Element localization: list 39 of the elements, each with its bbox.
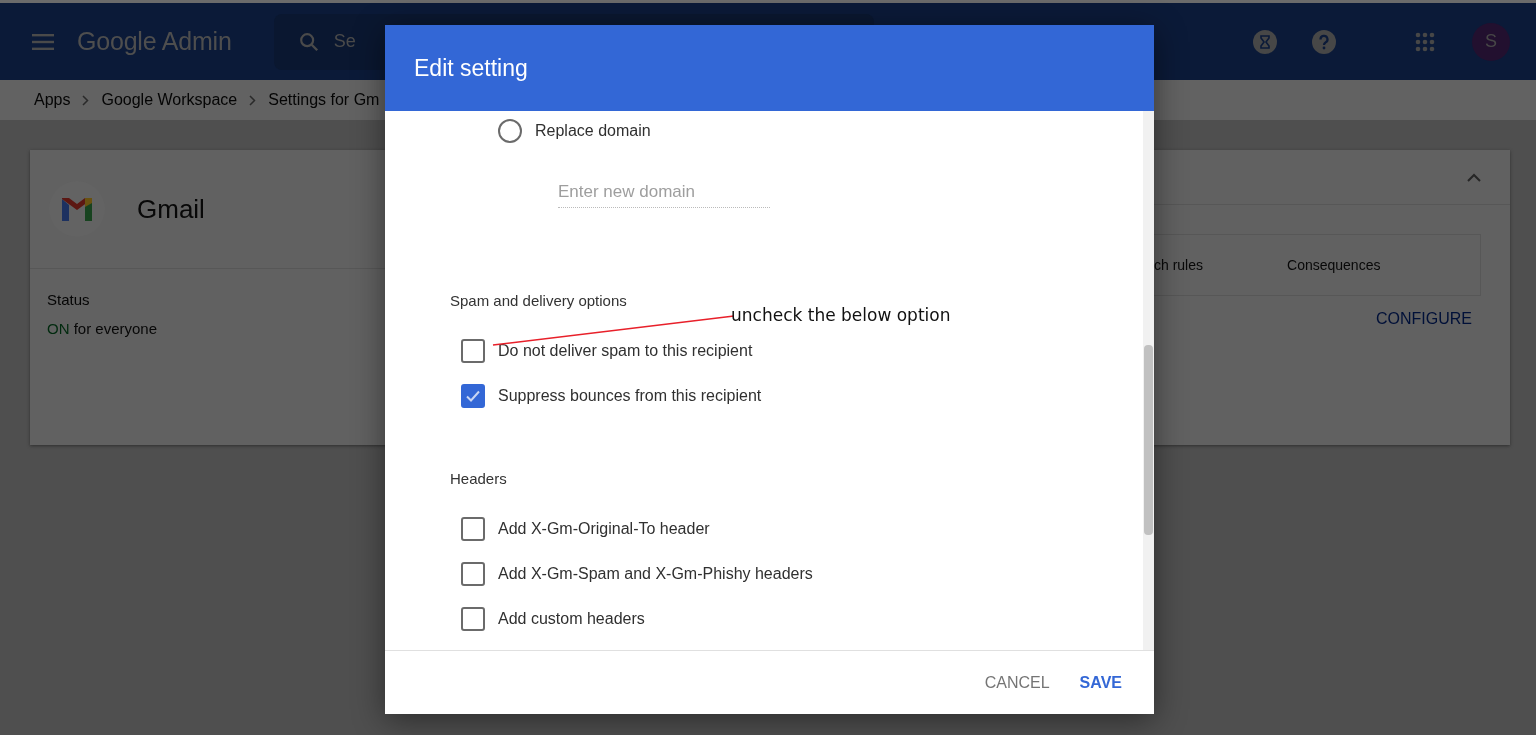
section-heading: Spam and delivery options [450, 292, 627, 309]
annotation-text: uncheck the below option [731, 305, 951, 325]
section-heading: Headers [450, 470, 507, 487]
app-name: Gmail [137, 193, 205, 225]
breadcrumb-link[interactable]: Apps [34, 91, 71, 109]
checkbox[interactable] [461, 339, 485, 363]
scrollbar-thumb[interactable] [1144, 345, 1153, 535]
checkbox-label[interactable]: Do not deliver spam to this recipient [498, 342, 753, 360]
status-text: ON for everyone [47, 320, 159, 337]
column-header: ch rules [1154, 257, 1204, 273]
breadcrumb-link[interactable]: Google Workspace [101, 91, 238, 109]
radio-button[interactable] [498, 119, 522, 143]
save-button[interactable]: SAVE [1071, 665, 1130, 700]
checkbox-label[interactable]: Add custom headers [498, 610, 645, 628]
search-icon [297, 30, 320, 53]
radio-label[interactable]: Replace domain [535, 122, 651, 140]
configure-button[interactable]: CONFIGURE [1376, 306, 1472, 332]
chevron-right-icon [249, 94, 257, 106]
product-name: Google Admin [77, 27, 232, 56]
chevron-right-icon [82, 94, 90, 106]
checkbox-label[interactable]: Add X-Gm-Original-To header [498, 520, 710, 538]
checkbox[interactable] [461, 517, 485, 541]
status-label: Status [47, 291, 91, 308]
dialog-title: Edit setting [414, 54, 528, 82]
apps-grid-icon[interactable] [1415, 31, 1435, 52]
breadcrumb-link[interactable]: Settings for Gm [268, 91, 380, 109]
collapse-chevron-icon[interactable] [1467, 172, 1481, 182]
column-header: Consequences [1287, 257, 1381, 273]
cancel-button[interactable]: CANCEL [976, 665, 1058, 700]
search-placeholder: Se [333, 31, 356, 52]
hourglass-icon[interactable] [1253, 29, 1277, 54]
checkmark-icon [465, 389, 481, 403]
checkbox-label[interactable]: Add X-Gm-Spam and X-Gm-Phishy headers [498, 565, 813, 583]
checkbox-label[interactable]: Suppress bounces from this recipient [498, 387, 762, 405]
checkbox[interactable] [461, 384, 485, 408]
menu-icon[interactable] [32, 33, 54, 50]
checkbox[interactable] [461, 607, 485, 631]
checkbox[interactable] [461, 562, 485, 586]
help-icon[interactable] [1312, 29, 1336, 54]
